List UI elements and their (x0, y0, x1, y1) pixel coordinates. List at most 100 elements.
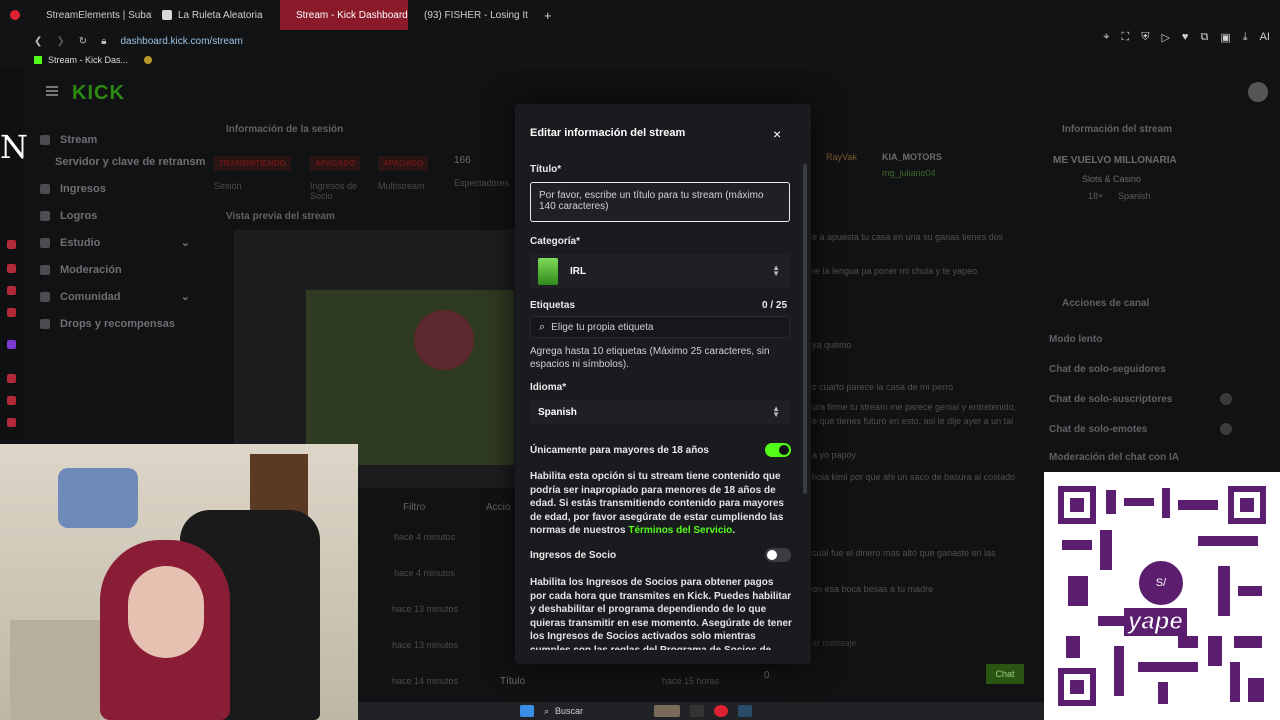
bookmark-stream[interactable]: Stream - Kick Das... (48, 55, 128, 65)
tab-streamelements[interactable]: StreamElements | Subatho (30, 0, 152, 30)
close-icon[interactable]: × (773, 126, 781, 142)
nav-item-estudio[interactable]: Estudio ⌄ (40, 229, 200, 256)
terms-link[interactable]: Términos del Servicio (628, 525, 732, 536)
partner-label: Ingresos de Socio (530, 550, 617, 561)
app-icon[interactable] (7, 240, 16, 249)
lock-icon: 🔒︎ (101, 35, 107, 47)
hamburger-icon[interactable] (46, 86, 58, 96)
twitch-icon[interactable] (7, 340, 16, 349)
event-title: Título (500, 676, 526, 687)
chat-message: re la lengua pa poner mi chula y te yape… (812, 266, 978, 276)
title-field[interactable] (530, 182, 790, 222)
opera-icon (10, 10, 20, 20)
category-select[interactable]: IRL ▲ ▼ (530, 254, 790, 288)
tab-ruleta[interactable]: La Ruleta Aleatoria (152, 0, 280, 30)
nav-item-moderacion[interactable]: Moderación (40, 256, 200, 283)
mature-label: Únicamente para mayores de 18 años (530, 445, 709, 456)
play-icon[interactable]: ▷ (1161, 31, 1169, 44)
nav-item-ingresos[interactable]: Ingresos (40, 175, 200, 202)
qr-pattern: S/ yape (1058, 486, 1266, 706)
ai-button[interactable]: AI (1260, 31, 1270, 44)
nav-item-server-key[interactable]: Servidor y clave de retransm (55, 156, 205, 168)
app-icon[interactable] (7, 264, 16, 273)
modal-title: Editar información del stream (530, 127, 686, 139)
emotes-only-toggle[interactable] (1220, 423, 1232, 435)
nav-label: Estudio (60, 236, 101, 249)
wallet-icon[interactable]: ▣ (1220, 31, 1230, 44)
heart-icon[interactable]: ♥ (1182, 31, 1189, 44)
shield-icon (40, 264, 50, 275)
subscribers-only-toggle[interactable] (1220, 393, 1232, 405)
filter-label[interactable]: Filtro (403, 502, 425, 513)
taskbar-app-icon[interactable] (690, 705, 704, 717)
extension-icon[interactable] (144, 56, 153, 64)
taskbar-search[interactable]: ⌕ Buscar (544, 704, 644, 718)
download-icon[interactable]: ⤓ (1243, 31, 1248, 44)
app-icon[interactable] (7, 396, 16, 405)
crop-icon[interactable]: ⛶ (1122, 31, 1130, 44)
webcam-shelf (10, 620, 100, 720)
chat-input[interactable]: ar mensaje (812, 638, 857, 648)
chat-message: cual fue el dinero mas alto que ganaste … (812, 548, 996, 558)
chat-message: ya quemo (812, 340, 852, 350)
pin-icon[interactable]: ⌖ (1103, 31, 1109, 44)
new-tab-button[interactable]: + (534, 0, 562, 30)
kick-icon (34, 56, 42, 64)
qr-module (1230, 662, 1240, 702)
opera-taskbar-icon[interactable] (714, 705, 728, 717)
app-icon[interactable] (7, 418, 16, 427)
category-thumbnail (538, 257, 558, 285)
language-select[interactable]: Spanish ▲ ▼ (530, 400, 790, 424)
action-subscribers-only[interactable]: Chat de solo-suscriptores (1049, 394, 1172, 405)
category-value: IRL (570, 265, 587, 277)
app-icon[interactable] (7, 286, 16, 295)
taskbar-app-icon[interactable] (654, 705, 680, 717)
partner-toggle[interactable] (765, 548, 791, 562)
qr-module (1248, 678, 1264, 702)
shield-icon[interactable]: ⛨ (1141, 31, 1149, 44)
nav-item-stream[interactable]: Stream (40, 126, 200, 153)
reload-icon[interactable]: ↻ (79, 36, 87, 47)
tags-input[interactable] (551, 321, 772, 333)
app-icon[interactable] (7, 374, 16, 383)
kick-logo[interactable]: KICK (72, 82, 125, 105)
mature-toggle[interactable] (765, 443, 791, 457)
action-ai-moderation[interactable]: Moderación del chat con IA (1049, 452, 1179, 463)
chat-send-button[interactable]: Chat (986, 664, 1024, 684)
nav-item-drops[interactable]: Drops y recompensas (40, 310, 200, 337)
stream-title-display: ME VUELVO MILLONARIA (1053, 155, 1177, 166)
stream-info-header: Información del stream (1062, 124, 1173, 135)
action-slow-mode[interactable]: Modo lento (1049, 334, 1102, 345)
chat-message: a yo papoy (812, 450, 857, 460)
avatar[interactable] (1248, 82, 1268, 102)
browser-menu[interactable] (0, 0, 30, 30)
url-field[interactable]: dashboard.kick.com/stream (121, 36, 243, 47)
app-icon[interactable] (7, 308, 16, 317)
chevron-down-icon: ⌄ (180, 237, 190, 249)
extensions-icon[interactable]: ⧉ (1200, 31, 1208, 44)
title-input[interactable] (531, 183, 789, 221)
windows-start-icon[interactable] (520, 705, 534, 717)
mature-description: Habilita esta opción si tu stream tiene … (530, 470, 792, 538)
tab-kick-dashboard[interactable]: Stream - Kick Dashboard (280, 0, 408, 30)
qr-module (1238, 586, 1262, 596)
tags-field[interactable]: ⌕ (530, 316, 790, 338)
chat-message: ura firme tu stream me parece genial y e… (812, 402, 1017, 412)
tab-youtube[interactable]: (93) FISHER - Losing It (408, 0, 534, 30)
yape-qr-code: S/ yape (1044, 472, 1280, 720)
chevron-down-icon: ⌄ (180, 291, 190, 303)
address-bar: ❮ ❯ ↻ 🔒︎ dashboard.kick.com/stream (0, 30, 1280, 52)
action-followers-only[interactable]: Chat de solo-seguidores (1049, 364, 1166, 375)
forward-icon[interactable]: ❯ (56, 36, 64, 47)
steam-icon[interactable] (738, 705, 752, 717)
qr-module (1062, 540, 1092, 550)
overlay-letter: N (0, 128, 28, 166)
event-time: hace 15 horas (662, 676, 720, 686)
modal-scrollbar[interactable] (803, 164, 807, 494)
actions-label: Accio (486, 502, 511, 513)
back-icon[interactable]: ❮ (34, 36, 42, 47)
windows-taskbar: ⌕ Buscar (358, 702, 1044, 720)
nav-item-comunidad[interactable]: Comunidad ⌄ (40, 283, 200, 310)
action-emotes-only[interactable]: Chat de solo-emotes (1049, 424, 1147, 435)
nav-item-logros[interactable]: Logros (40, 202, 200, 229)
